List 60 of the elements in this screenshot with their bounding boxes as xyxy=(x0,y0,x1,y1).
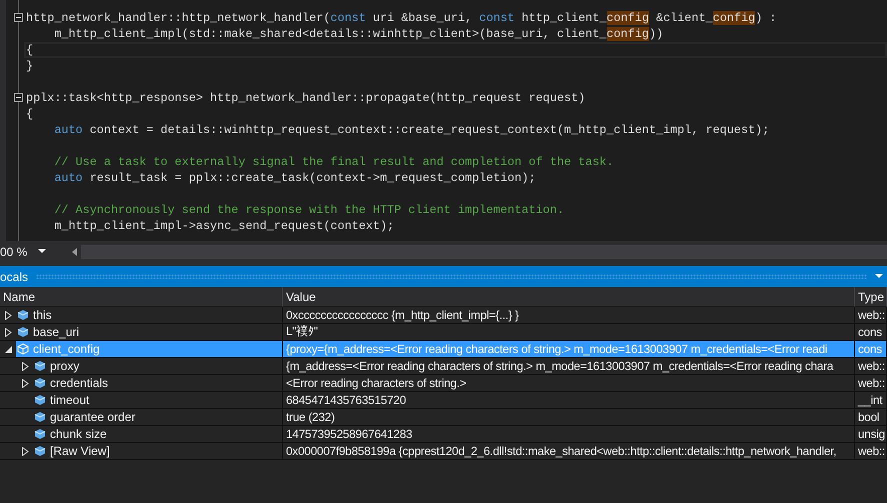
code-line: pplx::task<http_response> http_network_handler::propagate(http_request request) xyxy=(26,90,586,106)
cube-icon xyxy=(34,360,46,372)
value-cell: 0xcccccccccccccccc {m_http_client_impl={...} } xyxy=(283,307,855,324)
collapse-icon[interactable] xyxy=(14,13,23,22)
code-line: http_network_handler::http_network_handler(const uri &base_uri, const http_client_config &client_config) : xyxy=(26,10,776,26)
panel-title: ocals xyxy=(0,270,28,284)
collapse-icon[interactable] xyxy=(4,346,12,352)
code-line: // Asynchronously send the response with the HTTP client implementation. xyxy=(53,202,564,218)
variable-name[interactable]: timeout xyxy=(33,392,282,408)
zoom-level[interactable]: 00 % xyxy=(0,244,38,258)
type-cell: web:: xyxy=(855,375,887,392)
code-line: { xyxy=(26,106,34,122)
cube-icon xyxy=(34,428,46,440)
type-cell: web:: xyxy=(855,443,887,460)
value-cell: {m_address=<Error reading characters of string.> m_mode=1613003907 m_credentials=<Error reading chara xyxy=(283,358,855,375)
cube-icon xyxy=(17,326,29,338)
cube-icon xyxy=(34,445,46,457)
type-cell: web:: xyxy=(855,307,887,324)
cube-icon xyxy=(17,343,29,355)
variable-name[interactable]: [Raw View] xyxy=(33,443,282,459)
variable-name[interactable]: credentials xyxy=(33,375,282,391)
expand-icon[interactable] xyxy=(22,362,28,370)
value-cell: 6845471435763515720 xyxy=(283,392,855,409)
value-cell: {proxy={m_address=<Error reading characters of string.> m_mode=1613003907 m_credentials=<Error readi xyxy=(283,341,855,358)
value-cell: 0x000007f9b858199a {cpprest120d_2_6.dll!std::make_shared<web::http::client::details::http_network_handler, xyxy=(283,443,855,460)
variable-name[interactable]: chunk size xyxy=(33,426,282,442)
value-cell: <Error reading characters of string.> xyxy=(283,375,855,392)
type-cell: web:: xyxy=(855,358,887,375)
type-cell: cons xyxy=(855,341,887,358)
code-line: } xyxy=(26,58,34,74)
expand-icon[interactable] xyxy=(4,328,12,336)
type-cell: unsig xyxy=(855,426,887,443)
column-header[interactable]: Value xyxy=(283,287,855,307)
cube-icon xyxy=(17,309,29,321)
scroll-left-icon[interactable] xyxy=(72,248,77,256)
column-header[interactable]: Type xyxy=(855,287,887,307)
collapse-icon[interactable] xyxy=(14,93,23,102)
value-cell: 14757395258967641283 xyxy=(283,426,855,443)
variable-name[interactable]: guarantee order xyxy=(33,409,282,425)
expand-icon[interactable] xyxy=(22,378,28,388)
variable-name[interactable]: this xyxy=(16,307,282,323)
caret-icon[interactable] xyxy=(38,249,46,254)
code-line: m_http_client_impl(std::make_shared<details::winhttp_client>(base_uri, client_config)) xyxy=(53,26,664,42)
type-cell: bool xyxy=(855,409,887,426)
code-line: auto result_task = pplx::create_task(context->m_request_completion); xyxy=(53,170,536,186)
value-cell: true (232) xyxy=(283,409,855,426)
expand-icon[interactable] xyxy=(22,446,28,456)
expand-icon[interactable] xyxy=(4,310,12,320)
dropdown-icon[interactable] xyxy=(875,274,883,279)
cube-icon xyxy=(34,411,46,423)
cube-icon xyxy=(34,377,46,389)
code-line: auto context = details::winhttp_request_context::create_request_context(m_http_client_impl, request); xyxy=(53,122,770,138)
code-line: { xyxy=(26,42,34,58)
cube-icon xyxy=(34,394,46,406)
code-line: m_http_client_impl->async_send_request(context); xyxy=(53,218,394,234)
type-cell: __int xyxy=(855,392,887,409)
variable-name[interactable]: proxy xyxy=(33,358,282,374)
variable-name[interactable]: base_uri xyxy=(16,324,282,340)
column-header[interactable]: Name xyxy=(0,287,283,307)
code-line: // Use a task to externally signal the final result and completion of the task. xyxy=(53,154,614,170)
